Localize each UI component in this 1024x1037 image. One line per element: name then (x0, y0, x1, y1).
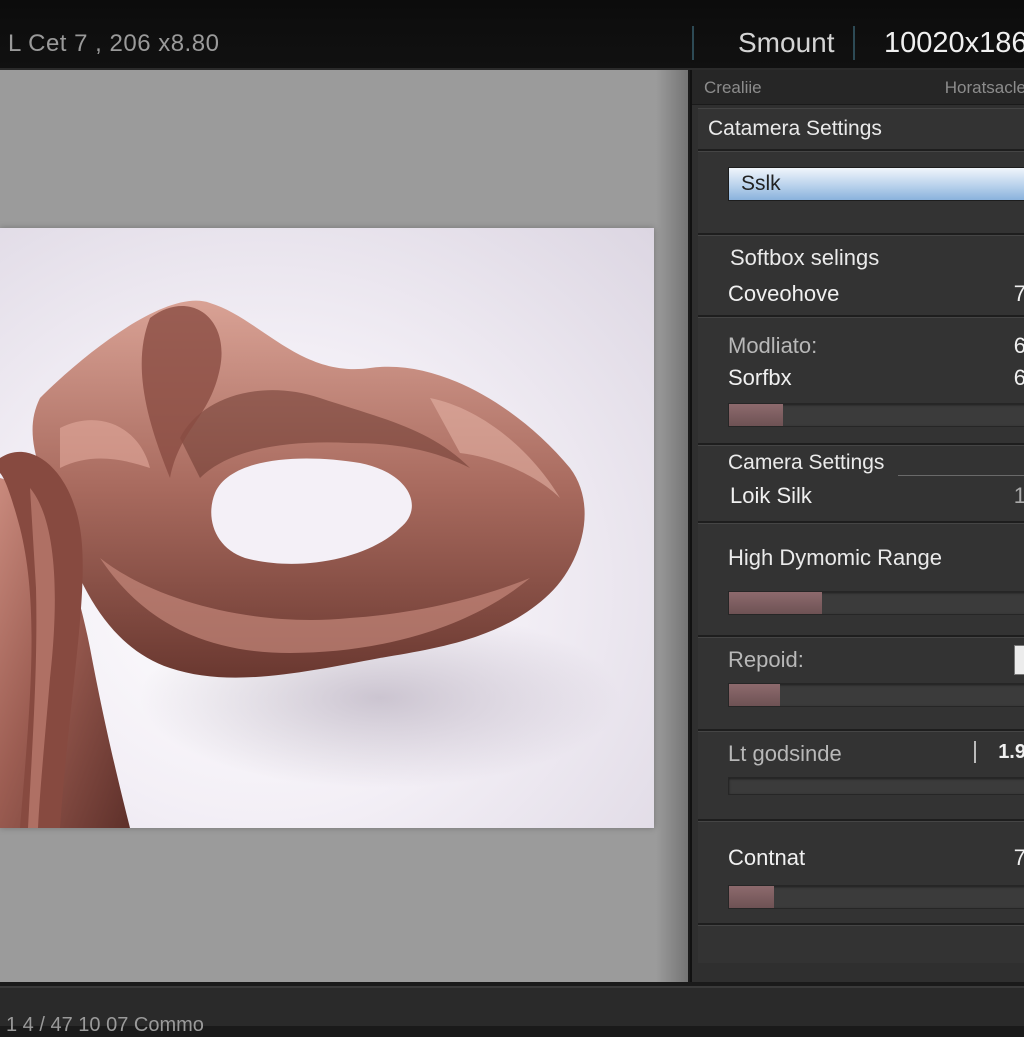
panel-header: Crealiie Horatsacle (692, 70, 1024, 105)
section-title-hdr: High Dymomic Range (728, 545, 942, 570)
contrast-slider[interactable] (728, 885, 1024, 909)
section-title-camera-settings: Catamera Settings (708, 117, 882, 140)
modliato-value[interactable]: 6 (1014, 333, 1024, 359)
contrast-label: Contnat (728, 845, 806, 870)
toolbar-divider (853, 26, 855, 60)
status-bar: 1 4 / 47 10 07 Commo (0, 986, 1024, 1036)
cursor-coordinates: L Cet 7 , 206 x8.80 (8, 30, 220, 57)
status-text: 1 4 / 47 10 07 Commo (6, 1014, 204, 1036)
preset-input[interactable] (728, 167, 1024, 201)
divider (698, 923, 1024, 926)
coveohove-label: Coveohove (728, 281, 840, 306)
settings-panel: Crealiie Horatsacle Catamera Settings So… (690, 70, 1024, 982)
divider-line (898, 475, 1024, 476)
divider (698, 819, 1024, 822)
panel-content: Catamera Settings Softbox selings Coveoh… (698, 108, 1024, 963)
lt-godsinde-label: Lt godsinde (728, 741, 842, 766)
sorfbx-value[interactable]: 6 (1014, 365, 1024, 391)
section-title-camera-settings-2: Camera Settings (728, 451, 885, 474)
divider (698, 443, 1024, 446)
divider (698, 521, 1024, 524)
mode-label[interactable]: Smount (738, 27, 835, 59)
hdr-slider[interactable] (728, 591, 1024, 615)
value-divider (974, 741, 976, 763)
slider-fill (729, 592, 822, 614)
silk-photo (0, 228, 654, 828)
loik-silk-value[interactable]: 1 (1014, 483, 1024, 509)
slider-fill (729, 886, 774, 908)
sorfbx-slider[interactable] (728, 403, 1024, 427)
divider (698, 233, 1024, 236)
sorfbx-label: Sorfbx (728, 365, 792, 390)
toolbar-divider (692, 26, 694, 60)
slider-fill (729, 404, 783, 426)
contrast-value[interactable]: 7 (1014, 845, 1024, 871)
canvas-area[interactable] (0, 70, 688, 982)
coveohove-value[interactable]: 7 (1014, 281, 1024, 307)
modliato-label: Modliato: (728, 333, 818, 358)
lt-godsinde-slider[interactable] (728, 777, 1024, 795)
repoid-checkbox[interactable] (1014, 645, 1024, 675)
divider (698, 729, 1024, 732)
repoid-slider[interactable] (728, 683, 1024, 707)
image-dimensions: 10020x186 (884, 27, 1024, 59)
slider-fill (729, 684, 780, 706)
top-toolbar: L Cet 7 , 206 x8.80 Smount 10020x186 (0, 0, 1024, 70)
section-title-softbox: Softbox selings (730, 245, 880, 270)
lt-godsinde-value[interactable]: 1.9 (998, 741, 1024, 764)
divider (698, 315, 1024, 318)
panel-tab-right[interactable]: Horatsacle (945, 78, 1024, 98)
loik-silk-label: Loik Silk (730, 483, 812, 508)
divider (698, 635, 1024, 638)
divider (698, 149, 1024, 152)
repoid-label: Repoid: (728, 647, 804, 672)
panel-tab-left[interactable]: Crealiie (704, 78, 762, 98)
